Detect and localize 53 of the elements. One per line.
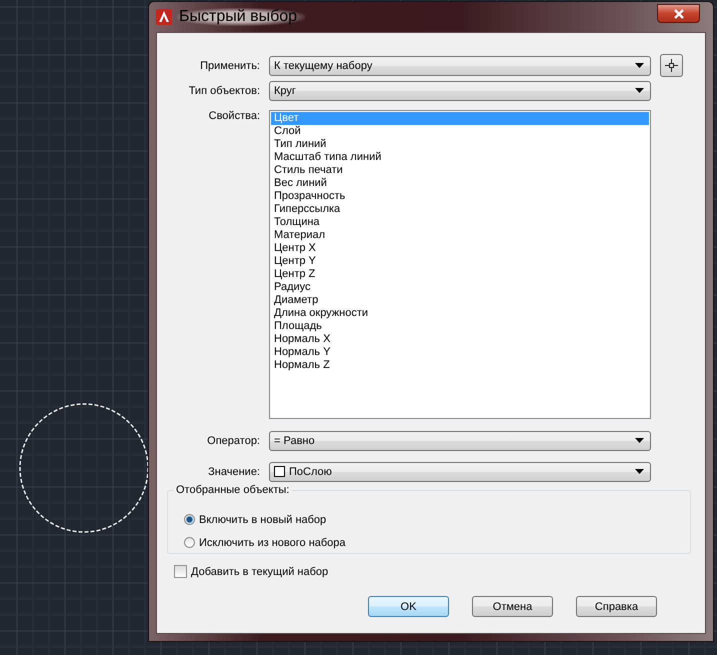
field-label: Применить: — [199, 60, 261, 72]
list-item[interactable]: Нормаль Y — [271, 346, 649, 359]
radio-button[interactable] — [184, 537, 195, 548]
list-item[interactable]: Диаметр — [271, 294, 649, 307]
select-objects-button[interactable] — [660, 54, 683, 77]
crosshair-icon — [665, 59, 678, 72]
radio-label[interactable]: Исключить из нового набора — [199, 536, 346, 548]
dialog-button[interactable]: OK — [368, 596, 449, 617]
dialog-button[interactable]: Отмена — [472, 596, 553, 617]
checkbox[interactable] — [174, 565, 187, 578]
triangle-logo-icon — [156, 9, 172, 25]
list-item[interactable]: Стиль печати — [271, 164, 649, 177]
list-item[interactable]: Гиперссылка — [271, 203, 649, 216]
close-button[interactable] — [657, 4, 700, 23]
dropdown[interactable]: К текущему набору — [269, 56, 651, 76]
list-item[interactable]: Нормаль X — [271, 333, 649, 346]
dropdown-value: ПоСлою — [289, 466, 333, 478]
list-item[interactable]: Прозрачность — [271, 190, 649, 203]
radio-button[interactable] — [184, 514, 195, 525]
dropdown[interactable]: = Равно — [269, 430, 651, 450]
list-item[interactable]: Площадь — [271, 320, 649, 333]
list-item[interactable]: Слой — [271, 125, 649, 138]
field-label: Тип объектов: — [188, 84, 261, 96]
field-label: Свойства: — [208, 110, 261, 122]
dropdown-arrow-icon — [635, 88, 644, 93]
color-swatch-icon — [274, 466, 285, 477]
list-item[interactable]: Центр X — [271, 242, 649, 255]
field-label: Значение: — [207, 466, 261, 478]
list-item[interactable]: Центр Z — [271, 268, 649, 281]
list-item[interactable]: Нормаль Z — [271, 359, 649, 372]
list-item[interactable]: Материал — [271, 229, 649, 242]
dropdown-arrow-icon — [635, 469, 644, 474]
list-item[interactable]: Радиус — [271, 281, 649, 294]
list-item[interactable]: Вес линий — [271, 177, 649, 190]
window-title: Быстрый выбор — [177, 8, 306, 26]
field-label: Оператор: — [206, 434, 261, 446]
close-icon — [672, 8, 684, 18]
radio-label[interactable]: Включить в новый набор — [199, 514, 326, 526]
dropdown-value: = Равно — [274, 434, 316, 446]
checkbox-label[interactable]: Добавить в текущий набор — [191, 566, 328, 578]
list-item[interactable]: Масштаб типа линий — [271, 151, 649, 164]
dropdown[interactable]: Круг — [269, 80, 651, 100]
list-item[interactable]: Толщина — [271, 216, 649, 229]
dropdown[interactable]: ПоСлою — [269, 462, 651, 482]
dialog-button[interactable]: Справка — [576, 596, 657, 617]
list-item[interactable]: Центр Y — [271, 255, 649, 268]
group-title: Отобранные объекты: — [174, 484, 292, 496]
dropdown-arrow-icon — [635, 438, 644, 443]
list-item[interactable]: Тип линий — [271, 138, 649, 151]
dropdown-value: К текущему набору — [274, 60, 374, 72]
list-item[interactable]: Длина окружности — [271, 307, 649, 320]
dropdown-value: Круг — [274, 84, 297, 96]
dropdown-arrow-icon — [635, 63, 644, 68]
